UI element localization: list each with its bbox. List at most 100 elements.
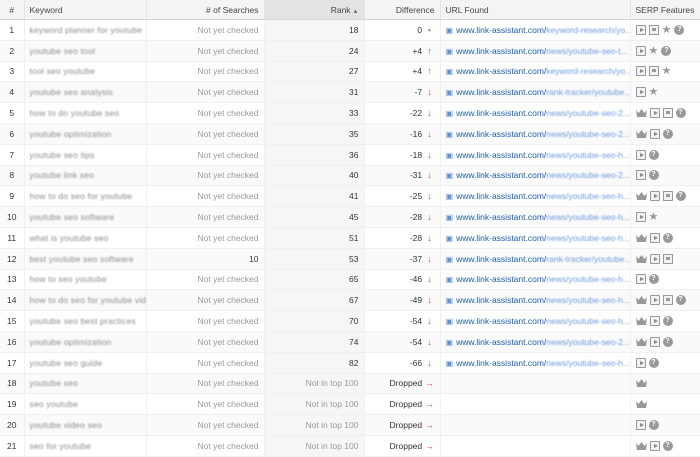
question-icon[interactable]: ? bbox=[662, 336, 673, 347]
table-row[interactable]: 11 what is youtube seo Not yet checked 51 -2… bbox=[0, 227, 700, 249]
table-row[interactable]: 17 youtube seo guide Not yet checked 82 -66 … bbox=[0, 352, 700, 374]
url-domain[interactable]: www.link-assistant.com/ bbox=[456, 358, 546, 368]
url-domain[interactable]: www.link-assistant.com/ bbox=[456, 191, 546, 201]
featured-snippet-icon[interactable] bbox=[662, 295, 673, 306]
url-domain[interactable]: www.link-assistant.com/ bbox=[456, 295, 546, 305]
url-path[interactable]: news/youtube-seo-h... bbox=[546, 212, 629, 222]
table-row[interactable]: 16 youtube optimization Not yet checked 74-… bbox=[0, 331, 700, 353]
url-domain[interactable]: www.link-assistant.com/ bbox=[456, 46, 546, 56]
url-path[interactable]: rank-tracker/youtube... bbox=[546, 87, 629, 97]
keyword-cell[interactable]: best youtube seo software bbox=[24, 248, 147, 270]
url-cell[interactable]: ▣ www.link-assistant.com/news/youtube-seo… bbox=[440, 289, 631, 312]
url-domain[interactable]: www.link-assistant.com/ bbox=[456, 108, 546, 118]
video-icon[interactable] bbox=[649, 316, 660, 327]
url-domain[interactable]: www.link-assistant.com/ bbox=[456, 170, 546, 180]
video-icon[interactable] bbox=[635, 420, 646, 431]
video-icon[interactable] bbox=[635, 87, 646, 98]
crown-icon[interactable] bbox=[635, 254, 647, 263]
keyword-cell[interactable]: youtube seo bbox=[24, 373, 147, 395]
keyword-cell[interactable]: how to do youtube seo bbox=[24, 102, 147, 124]
url-domain[interactable]: www.link-assistant.com/ bbox=[456, 337, 546, 347]
question-icon[interactable]: ? bbox=[648, 274, 659, 285]
video-icon[interactable] bbox=[649, 128, 660, 139]
table-row[interactable]: 15 youtube seo best practices Not yet chec… bbox=[0, 310, 700, 332]
video-icon[interactable] bbox=[649, 336, 660, 347]
header-searches[interactable]: # of Searches bbox=[146, 0, 265, 20]
crown-icon[interactable] bbox=[635, 317, 647, 326]
featured-snippet-icon[interactable] bbox=[662, 253, 673, 264]
video-icon[interactable] bbox=[649, 108, 660, 119]
keyword-cell[interactable]: youtube seo analysis bbox=[24, 81, 147, 104]
keyword-cell[interactable]: youtube seo tips bbox=[24, 144, 147, 166]
keyword-cell[interactable]: youtube optimization bbox=[24, 123, 147, 145]
video-icon[interactable] bbox=[649, 232, 660, 243]
video-icon[interactable] bbox=[649, 253, 660, 264]
table-row[interactable]: 14 how to do seo for youtube videosNot ye… bbox=[0, 289, 700, 312]
question-icon[interactable]: ? bbox=[675, 191, 686, 202]
keyword-cell[interactable]: youtube link seo bbox=[24, 165, 147, 187]
keyword-cell[interactable]: youtube seo software bbox=[24, 206, 147, 228]
table-row[interactable]: 20 youtube video seo Not yet checked Not in… bbox=[0, 414, 700, 436]
question-icon[interactable]: ? bbox=[662, 232, 673, 243]
url-domain[interactable]: www.link-assistant.com/ bbox=[456, 150, 546, 160]
url-cell[interactable]: ▣ www.link-assistant.com/news/youtube-seo… bbox=[440, 123, 631, 145]
url-path[interactable]: news/youtube-seo-h... bbox=[546, 316, 629, 326]
star-icon[interactable]: ★ bbox=[662, 66, 672, 77]
table-row[interactable]: 4 youtube seo analysis Not yet checked 31 -7… bbox=[0, 81, 700, 104]
video-icon[interactable] bbox=[635, 274, 646, 285]
url-path[interactable]: keyword-research/yo... bbox=[546, 66, 629, 76]
crown-icon[interactable] bbox=[635, 400, 647, 409]
question-icon[interactable]: ? bbox=[648, 170, 659, 181]
header-url-found[interactable]: URL Found bbox=[440, 0, 631, 20]
question-icon[interactable]: ? bbox=[662, 316, 673, 327]
keyword-cell[interactable]: youtube optimization bbox=[24, 331, 147, 353]
url-cell[interactable]: ▣ www.link-assistant.com/news/youtube-seo… bbox=[440, 352, 631, 374]
header-num[interactable]: # bbox=[0, 0, 25, 20]
crown-icon[interactable] bbox=[635, 337, 647, 346]
question-icon[interactable]: ? bbox=[662, 440, 673, 451]
url-domain[interactable]: www.link-assistant.com/ bbox=[456, 233, 546, 243]
table-row[interactable]: 1 keyword planner for youtube Not yet chec… bbox=[0, 19, 700, 41]
url-domain[interactable]: www.link-assistant.com/ bbox=[456, 25, 546, 35]
keyword-cell[interactable]: how to do seo for youtube videos bbox=[24, 289, 147, 312]
table-row[interactable]: 21 seo for youtube Not yet checked Not in t… bbox=[0, 435, 700, 457]
table-row[interactable]: 9 how to do seo for youtube Not yet checke… bbox=[0, 185, 700, 208]
url-domain[interactable]: www.link-assistant.com/ bbox=[456, 212, 546, 222]
header-difference[interactable]: Difference bbox=[364, 0, 441, 20]
url-cell[interactable]: ▣ www.link-assistant.com/news/youtube-seo… bbox=[440, 269, 631, 291]
url-path[interactable]: keyword-research/yo... bbox=[546, 25, 629, 35]
url-cell[interactable]: ▣ www.link-assistant.com/news/youtube-seo… bbox=[440, 102, 631, 124]
crown-icon[interactable] bbox=[635, 296, 647, 305]
url-domain[interactable]: www.link-assistant.com/ bbox=[456, 129, 546, 139]
url-cell[interactable]: ▣ www.link-assistant.com/news/youtube-seo… bbox=[440, 144, 631, 166]
crown-icon[interactable] bbox=[635, 192, 647, 201]
header-serp-features[interactable]: SERP Features bbox=[630, 0, 700, 20]
header-keyword[interactable]: Keyword bbox=[24, 0, 147, 20]
keyword-cell[interactable]: what is youtube seo bbox=[24, 227, 147, 249]
keyword-cell[interactable]: youtube video seo bbox=[24, 414, 147, 436]
video-icon[interactable] bbox=[635, 357, 646, 368]
star-icon[interactable]: ★ bbox=[649, 212, 659, 223]
question-icon[interactable]: ? bbox=[662, 128, 673, 139]
table-row[interactable]: 2 youtube seo tool Not yet checked 24 +4 ↑ ▣ w… bbox=[0, 40, 700, 62]
table-row[interactable]: 10 youtube seo software Not yet checked 45-… bbox=[0, 206, 700, 228]
keyword-cell[interactable]: tool seo youtube bbox=[24, 61, 147, 83]
question-icon[interactable]: ? bbox=[648, 420, 659, 431]
url-path[interactable]: news/youtube-seo-h... bbox=[546, 358, 629, 368]
header-rank[interactable]: Rank ▲ bbox=[264, 0, 365, 20]
table-row[interactable]: 18 youtube seo Not yet checked Not in top 1… bbox=[0, 373, 700, 395]
table-row[interactable]: 5 how to do youtube seo Not yet checked 33-… bbox=[0, 102, 700, 124]
url-cell[interactable]: ▣ www.link-assistant.com/keyword-research… bbox=[440, 19, 631, 41]
url-path[interactable]: news/youtube-seo-t... bbox=[546, 46, 627, 56]
table-row[interactable]: 3 tool seo youtube Not yet checked 27 +4 ↑ ▣ w… bbox=[0, 61, 700, 83]
url-path[interactable]: news/youtube-seo-h... bbox=[546, 295, 629, 305]
video-icon[interactable] bbox=[635, 212, 646, 223]
keyword-cell[interactable]: how to do seo for youtube bbox=[24, 185, 147, 208]
keyword-cell[interactable]: how to seo youtube bbox=[24, 269, 147, 291]
video-icon[interactable] bbox=[635, 45, 646, 56]
featured-snippet-icon[interactable] bbox=[662, 191, 673, 202]
url-cell[interactable]: ▣ www.link-assistant.com/news/youtube-seo… bbox=[440, 331, 631, 353]
url-path[interactable]: rank-tracker/youtube... bbox=[546, 254, 629, 264]
url-cell[interactable]: ▣ www.link-assistant.com/news/youtube-seo… bbox=[440, 206, 631, 228]
video-icon[interactable] bbox=[649, 295, 660, 306]
